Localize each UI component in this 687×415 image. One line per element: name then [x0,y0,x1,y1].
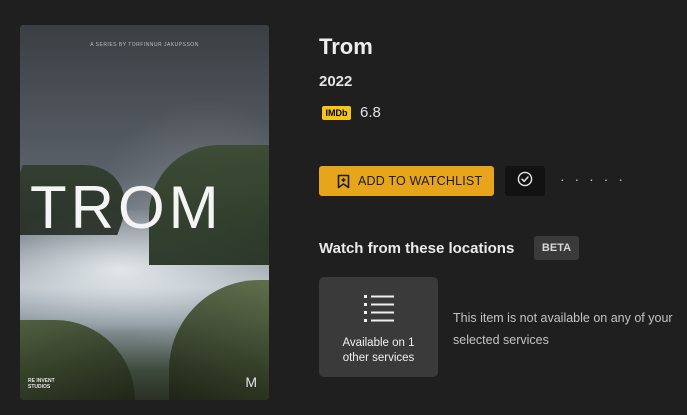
poster-distributor-logo: M [245,374,257,390]
unavailable-message: This item is not available on any of you… [453,311,673,347]
imdb-rating: 6.8 [360,104,381,121]
poster-image[interactable]: A SERIES BY TORFINNUR JAKUPSSON TROM RE … [20,25,269,400]
poster-title: TROM [30,174,223,241]
poster-byline: A SERIES BY TORFINNUR JAKUPSSON [90,42,199,48]
imdb-logo: IMDb [322,106,351,120]
mark-watched-button[interactable] [505,166,545,196]
bookmark-plus-icon [337,174,350,189]
other-services-card[interactable]: Available on 1 other services [319,277,438,377]
add-to-watchlist-button[interactable]: ADD TO WATCHLIST [319,166,494,196]
add-to-watchlist-label: ADD TO WATCHLIST [358,174,483,188]
release-year: 2022 [319,73,353,90]
more-options-button[interactable]: · · · · · [560,171,626,187]
watch-locations-title: Watch from these locations [319,240,515,257]
check-circle-icon [517,171,533,192]
beta-badge: BETA [534,236,579,260]
poster-studio-logo: RE INVENT STUDIOS [28,378,55,390]
page-title: Trom [319,34,373,59]
list-icon [362,293,396,328]
other-services-label: Available on 1 other services [342,337,415,364]
